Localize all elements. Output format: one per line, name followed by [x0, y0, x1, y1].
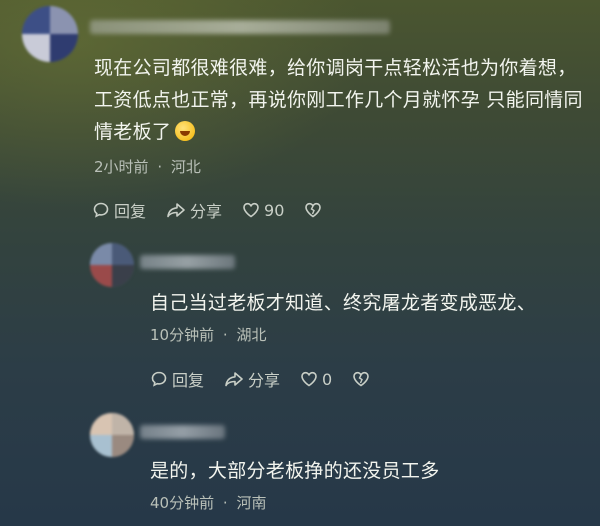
comment-body: 现在公司都很难很难，给你调岗干点轻松活也为你着想，工资低点也正常，再说你刚工作几…	[94, 57, 583, 143]
like-count: 90	[264, 200, 285, 220]
avatar[interactable]	[22, 6, 78, 62]
reply-comment-2: 是的，大部分老板挣的还没员工多 40分钟前 · 河南	[0, 405, 600, 526]
broken-heart-icon	[353, 371, 370, 387]
share-button[interactable]: 分享	[224, 367, 280, 391]
avatar[interactable]	[90, 413, 134, 457]
heart-icon	[301, 371, 317, 387]
comment-text: 是的，大部分老板挣的还没员工多	[150, 460, 440, 482]
share-icon	[225, 372, 243, 387]
comment-1: 现在公司都很难很难，给你调岗干点轻松活也为你着想，工资低点也正常，再说你刚工作几…	[0, 0, 600, 230]
separator: ·	[222, 326, 228, 344]
avatar[interactable]	[90, 243, 134, 287]
timestamp: 40分钟前	[150, 494, 215, 512]
like-button[interactable]: 0	[300, 370, 332, 389]
dislike-button[interactable]	[304, 201, 326, 219]
like-count: 0	[322, 369, 333, 389]
comment-actions: 回复 分享 90	[92, 198, 346, 222]
username-blurred[interactable]	[90, 20, 390, 34]
reply-comment-1: 自己当过老板才知道、终究屠龙者变成恶龙、 10分钟前 · 湖北 回复 分享 0	[0, 235, 600, 395]
comment-text: 现在公司都很难很难，给你调岗干点轻松活也为你着想，工资低点也正常，再说你刚工作几…	[94, 52, 584, 148]
reply-label: 回复	[172, 371, 205, 390]
reply-label: 回复	[114, 202, 147, 221]
laughing-emoji-icon	[175, 121, 196, 141]
heart-icon	[243, 202, 259, 218]
reply-icon	[93, 202, 109, 218]
comment-meta: 10分钟前 · 湖北	[150, 324, 266, 345]
share-label: 分享	[190, 202, 223, 221]
location: 河北	[170, 158, 201, 176]
username-blurred[interactable]	[140, 425, 225, 439]
location: 河南	[236, 494, 267, 512]
location: 湖北	[236, 326, 267, 344]
reply-button[interactable]: 回复	[150, 367, 204, 391]
share-button[interactable]: 分享	[166, 198, 222, 222]
separator: ·	[222, 494, 228, 512]
reply-button[interactable]: 回复	[92, 198, 146, 222]
reply-icon	[151, 371, 167, 387]
share-label: 分享	[248, 371, 281, 390]
dislike-button[interactable]	[352, 370, 374, 388]
comment-actions: 回复 分享 0	[150, 367, 394, 391]
timestamp: 10分钟前	[150, 326, 215, 344]
username-blurred[interactable]	[140, 255, 235, 269]
timestamp: 2小时前	[94, 158, 149, 176]
comment-meta: 2小时前 · 河北	[94, 156, 201, 177]
share-icon	[167, 203, 185, 218]
separator: ·	[157, 158, 163, 176]
comment-text: 自己当过老板才知道、终究屠龙者变成恶龙、	[150, 292, 537, 314]
broken-heart-icon	[305, 202, 322, 218]
like-button[interactable]: 90	[242, 201, 284, 220]
comment-meta: 40分钟前 · 河南	[150, 492, 266, 513]
